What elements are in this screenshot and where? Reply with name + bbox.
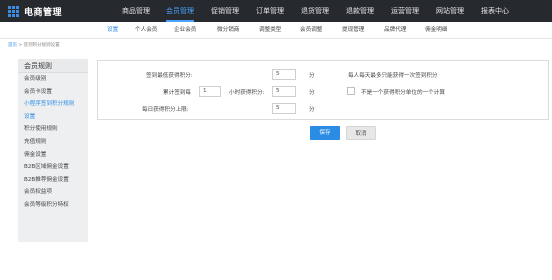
sidebar-item-member-levels[interactable]: 会员级别 — [18, 73, 88, 86]
sub-navigation: 设置 个人会员 企业会员 微分销商 调整类型 会员调整 提现管理 品牌代理 佣金… — [0, 22, 552, 39]
nav-item-products[interactable]: 商品管理 — [122, 0, 150, 22]
tab-enterprise-members[interactable]: 企业会员 — [174, 22, 196, 39]
tab-settings[interactable]: 设置 — [107, 22, 118, 39]
breadcrumb-current: 签到积分规则设置 — [23, 43, 60, 48]
sidebar-title: 会员规则 — [18, 59, 88, 73]
nav-item-promotions[interactable]: 促销管理 — [211, 0, 239, 22]
cumulative-points-input[interactable]: 5 — [272, 86, 296, 97]
min-points-label: 签到最低获得积分: — [146, 73, 193, 79]
sidebar-item-points-usage[interactable]: 积分使用规则 — [18, 123, 88, 136]
tab-personal-members[interactable]: 个人会员 — [135, 22, 157, 39]
nav-item-operations[interactable]: 运营管理 — [391, 0, 419, 22]
tab-commission-details[interactable]: 佣金明细 — [425, 22, 447, 39]
daily-cap-input[interactable]: 5 — [272, 103, 296, 114]
daily-cap-label: 每日获得积分上限: — [142, 107, 189, 113]
top-navigation-bar: 电商管理 商品管理 会员管理 促销管理 订单管理 退货管理 退款管理 运营管理 … — [0, 0, 552, 22]
sidebar-item-commission-settings[interactable]: 佣金设置 — [18, 149, 88, 162]
grid-logo-icon — [8, 5, 20, 17]
tab-adjust-types[interactable]: 调整类型 — [259, 22, 281, 39]
min-points-input[interactable]: 5 — [272, 69, 296, 80]
sidebar-item-signin-points-rules[interactable]: 小程序签到积分规则 — [18, 98, 88, 111]
tab-withdrawal[interactable]: 提现管理 — [342, 22, 364, 39]
cumulative-signin-label: 累计签到每 — [163, 90, 191, 96]
sidebar: 会员规则 会员级别 会员卡设置 小程序签到积分规则 设置 积分使用规则 充值规则… — [18, 59, 88, 242]
nav-item-website[interactable]: 网站管理 — [436, 0, 464, 22]
min-points-unit: 分 — [309, 73, 315, 79]
daily-cap-unit: 分 — [309, 107, 315, 113]
nav-item-members[interactable]: 会员管理 — [166, 0, 194, 22]
sidebar-item-settings[interactable]: 设置 — [18, 111, 88, 124]
sidebar-item-b2b-referral-commission[interactable]: B2B推荐佣金设置 — [18, 174, 88, 187]
tab-micro-distributors[interactable]: 微分销商 — [217, 22, 239, 39]
sidebar-item-b2b-region-commission[interactable]: B2B区域佣金设置 — [18, 161, 88, 174]
points-settings-form: 签到最低获得积分: 5 分 每人每天最多只能获得一次签到积分 累计签到每 1 小… — [97, 60, 549, 120]
app-logo[interactable]: 电商管理 — [8, 4, 62, 18]
breadcrumb-home-link[interactable]: 首页 — [8, 43, 17, 48]
breadcrumb-separator: > — [18, 43, 23, 48]
cumulative-points-unit: 分 — [309, 90, 315, 96]
app-title: 电商管理 — [24, 7, 63, 18]
nav-item-returns[interactable]: 退货管理 — [301, 0, 329, 22]
daily-once-note: 每人每天最多只能获得一次签到积分 — [348, 73, 438, 79]
breadcrumb: 首页 > 签到积分规则设置 — [8, 42, 60, 48]
cancel-button[interactable]: 取消 — [346, 126, 376, 140]
hourly-points-label: 小时获得积分: — [229, 90, 265, 96]
sidebar-item-member-benefits[interactable]: 会员权益项 — [18, 186, 88, 199]
signin-interval-input[interactable]: 1 — [199, 86, 221, 97]
nav-item-orders[interactable]: 订单管理 — [256, 0, 284, 22]
single-unit-checkbox[interactable] — [347, 87, 355, 95]
single-unit-checkbox-label: 不是一个获得积分单位的一个计算 — [361, 90, 445, 96]
tab-member-adjust[interactable]: 会员调整 — [300, 22, 322, 39]
save-button[interactable]: 保存 — [310, 126, 340, 140]
nav-item-refunds[interactable]: 退款管理 — [346, 0, 374, 22]
sidebar-item-recharge-rules[interactable]: 充值规则 — [18, 136, 88, 149]
sidebar-item-level-point-privileges[interactable]: 会员等级积分特权 — [18, 199, 88, 212]
tab-brand-agents[interactable]: 品牌代理 — [384, 22, 406, 39]
nav-item-reports[interactable]: 报表中心 — [481, 0, 509, 22]
sidebar-item-card-settings[interactable]: 会员卡设置 — [18, 86, 88, 99]
